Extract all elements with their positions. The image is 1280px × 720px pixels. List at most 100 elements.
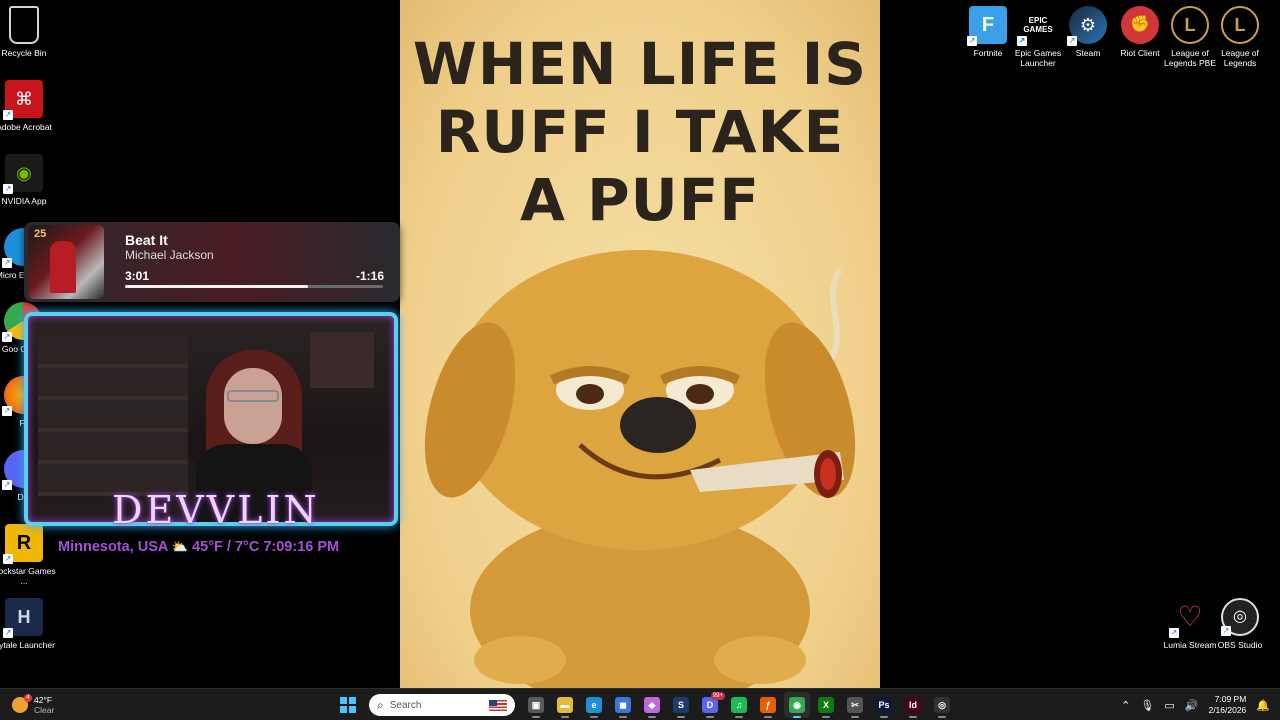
track-artist: Michael Jackson [125, 248, 214, 262]
taskbar-app-copilot[interactable]: ◆ [639, 692, 665, 718]
desktop-icon-label: Hytale Launcher [0, 640, 55, 650]
media-player-widget[interactable]: 25 Beat It Michael Jackson 3:01 -1:16 [24, 222, 400, 302]
snipping-tool-icon: ✂ [847, 697, 863, 713]
lumia-stream-icon: ♡ ↗ [1169, 601, 1203, 638]
wallpaper-title-line: WHEN LIFE IS [412, 30, 868, 98]
clock-time: 7:09 PM [1214, 694, 1247, 704]
obs-studio-icon: ◎ ↗ [1221, 598, 1259, 636]
stream-time: 7:09:16 PM [263, 539, 340, 555]
taskbar-app-obs[interactable]: ◎ [929, 692, 955, 718]
running-indicator [677, 716, 685, 718]
volume-icon[interactable]: 🔊 [1185, 699, 1199, 712]
desktop-icon-rockstar-games[interactable]: R↗ Rockstar Games ... [0, 524, 56, 586]
obs-icon: ◎ [934, 697, 950, 713]
taskbar-weather-desc: Clear [34, 705, 55, 715]
spotify-icon: ♫ [731, 697, 747, 713]
steam-icon: S [673, 697, 689, 713]
wallpaper-title-line: RUFF I TAKE [435, 98, 845, 166]
running-indicator [793, 716, 801, 718]
taskbar-search-box[interactable]: ⌕ Search [369, 694, 515, 716]
desktop-icon-nvidia-app[interactable]: ◉ ↗ NVIDIA App [0, 154, 56, 206]
taskbar-app-firefox[interactable]: ƒ [755, 692, 781, 718]
windows-logo-icon [340, 697, 356, 713]
recycle-bin-icon [9, 6, 39, 44]
running-indicator [590, 716, 598, 718]
running-indicator [561, 716, 569, 718]
taskbar-app-steam[interactable]: S [668, 692, 694, 718]
running-indicator [909, 716, 917, 718]
running-indicator [938, 716, 946, 718]
us-flag-icon [489, 699, 507, 711]
photoshop-icon: Ps [876, 697, 892, 713]
fortnite-icon: F ↗ [967, 6, 1007, 46]
notification-bell-icon[interactable]: 🔔 [1256, 699, 1270, 712]
hytale-icon: H ↗ [3, 598, 43, 638]
sun-icon: 4 [12, 694, 32, 713]
taskbar-app-snipping-tool[interactable]: ✂ [842, 692, 868, 718]
dog-illustration [424, 250, 856, 688]
running-indicator [880, 716, 888, 718]
running-indicator [851, 716, 859, 718]
firefox-icon: ƒ [760, 697, 776, 713]
taskbar-app-discord[interactable]: D 99+ [697, 692, 725, 718]
start-button[interactable] [335, 692, 361, 718]
wallpaper-title-line: A PUFF [520, 166, 760, 234]
partly-cloudy-icon: ⛅ [171, 539, 189, 554]
track-title: Beat It [125, 232, 168, 248]
discord-notification-badge: 99+ [710, 692, 725, 700]
taskbar-apps: ⌕ Search ▣ ▬ e ◼ ◆ S D 99+ ♫ ƒ ◉ X ✂ Ps Id ◎ [335, 692, 955, 718]
clock-date: 2/16/2026 [1208, 705, 1247, 715]
desktop-icon-obs-studio[interactable]: ◎ ↗ OBS Studio [1208, 598, 1272, 650]
running-indicator [764, 716, 772, 718]
playback-progress-bar[interactable] [125, 285, 383, 288]
taskbar-weather-temp: 42°F [34, 695, 53, 705]
steam-icon: ⚙ ↗ [1067, 6, 1107, 46]
microphone-icon[interactable]: 🎙 [1140, 699, 1154, 712]
system-tray: ⌃ 🎙 ▭ 🔊 7:09 PM 2/16/2026 🔔 [1121, 692, 1270, 718]
copilot-icon: ◆ [644, 697, 660, 713]
desktop-icon-label: Adobe Acrobat [0, 122, 52, 132]
running-indicator [822, 716, 830, 718]
taskbar-app-spotify[interactable]: ♫ [726, 692, 752, 718]
desktop-icon-label: League of Legends [1221, 48, 1259, 68]
desktop-icon-hytale-launcher[interactable]: H↗ Hytale Launcher [0, 598, 56, 650]
desktop-icon-league-of-legends[interactable]: L League of Legends [1208, 6, 1272, 68]
network-icon[interactable]: ▭ [1164, 699, 1174, 712]
desktop-icon-recycle-bin[interactable]: Recycle Bin [0, 6, 56, 58]
taskbar-app-photoshop[interactable]: Ps [871, 692, 897, 718]
taskbar-clock[interactable]: 7:09 PM 2/16/2026 [1208, 694, 1246, 716]
task-view-icon: ▣ [528, 697, 544, 713]
stream-location: Minnesota, USA [58, 539, 168, 555]
nvidia-icon: ◉ ↗ [3, 154, 43, 194]
album-art: 25 [28, 225, 104, 299]
taskbar-app-edge[interactable]: e [581, 692, 607, 718]
playback-progress-fill [125, 285, 309, 288]
running-indicator [619, 716, 627, 718]
taskbar-app-indesign[interactable]: Id [900, 692, 926, 718]
stream-weather-line: Minnesota, USA ⛅ 45°F / 7°C 7:09:16 PM [58, 539, 339, 555]
running-indicator [532, 716, 540, 718]
taskbar-app-task-view[interactable]: ▣ [523, 692, 549, 718]
wallpaper-title: WHEN LIFE IS RUFF I TAKE A PUFF [400, 30, 880, 234]
adobe-acrobat-icon: ⌘ ↗ [3, 80, 43, 120]
edge-icon: e [586, 697, 602, 713]
riot-client-icon: ✊ [1121, 6, 1159, 44]
search-placeholder: Search [389, 699, 422, 711]
taskbar-weather-widget[interactable]: 4 42°F Clear [12, 693, 54, 717]
desktop-icon-adobe-acrobat[interactable]: ⌘ ↗ Adobe Acrobat [0, 80, 56, 132]
chevron-up-icon[interactable]: ⌃ [1121, 699, 1130, 712]
taskbar-app-chrome[interactable]: ◉ [784, 692, 810, 718]
running-indicator [648, 716, 656, 718]
taskbar-app-xbox[interactable]: X [813, 692, 839, 718]
microsoft-store-icon: ◼ [615, 697, 631, 713]
weather-alert-badge: 4 [24, 694, 32, 702]
time-remaining: -1:16 [355, 269, 384, 283]
wallpaper-poster: WHEN LIFE IS RUFF I TAKE A PUFF [400, 0, 880, 688]
taskbar-app-microsoft-store[interactable]: ◼ [610, 692, 636, 718]
league-of-legends-icon: L [1221, 6, 1259, 44]
xbox-icon: X [818, 697, 834, 713]
album-badge: 25 [34, 228, 47, 240]
taskbar: 4 42°F Clear ⌕ Search ▣ ▬ e ◼ ◆ S D 99+ ♫ ƒ ◉ X ✂ Ps I… [0, 688, 1280, 720]
running-indicator [706, 716, 714, 718]
taskbar-app-file-explorer[interactable]: ▬ [552, 692, 578, 718]
